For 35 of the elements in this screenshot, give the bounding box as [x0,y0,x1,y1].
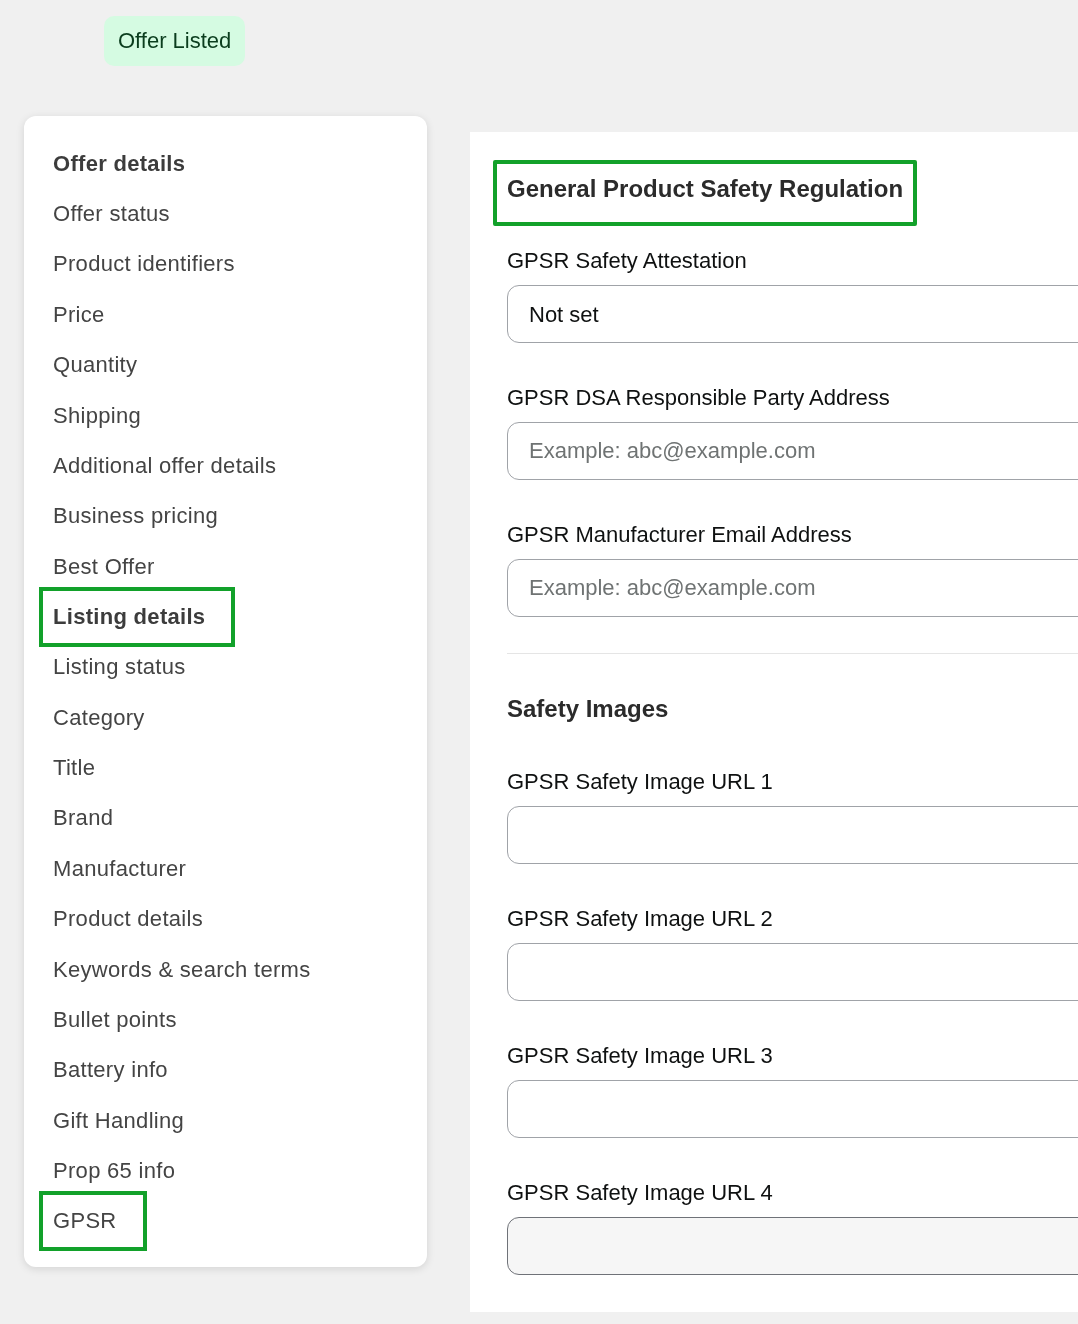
input-field[interactable] [507,943,1078,1001]
sidebar-link[interactable]: Keywords & search terms [53,943,311,995]
input-field[interactable] [507,1080,1078,1138]
sidebar-link[interactable]: Offer status [53,188,170,239]
sidebar-link[interactable]: Bullet points [53,994,177,1045]
sidebar-link[interactable]: Category [53,691,145,743]
field-label: GPSR Safety Image URL 3 [507,1043,774,1069]
field-label: GPSR Safety Image URL 2 [507,906,774,932]
sidebar-link[interactable]: Price [53,289,105,340]
input-field[interactable]: Example: abc@example.com [507,559,1078,617]
sidebar-link[interactable]: Product identifiers [53,238,235,290]
input-field[interactable]: Example: abc@example.com [507,422,1078,480]
sidebar-link[interactable]: Battery info [53,1044,168,1096]
section-title: Safety Images [507,695,669,722]
input-field[interactable] [507,806,1078,864]
sidebar-link[interactable]: Brand [53,792,114,844]
sidebar-link[interactable]: Gift Handling [53,1095,185,1146]
sidebar-link[interactable]: Title [53,742,96,793]
sidebar-link[interactable]: GPSR [39,1190,147,1251]
sidebar-link[interactable]: Business pricing [53,490,218,542]
field-label: GPSR DSA Responsible Party Address [507,385,891,411]
field-label: GPSR Manufacturer Email Address [507,522,853,548]
sidebar-link[interactable]: Quantity [53,339,138,390]
select-field[interactable]: Not set [507,285,1078,343]
sidebar-link[interactable]: Additional offer details [53,440,277,491]
field-label: GPSR Safety Image URL 4 [507,1180,774,1206]
sidebar-link[interactable]: Product details [53,893,204,944]
sidebar-heading[interactable]: Offer details [53,138,186,189]
panel-title: General Product Safety Regulation [493,160,918,226]
sidebar-heading[interactable]: Listing details [39,586,236,647]
sidebar-link[interactable]: Shipping [53,389,142,441]
field-label: GPSR Safety Image URL 1 [507,769,774,795]
field-label: GPSR Safety Attestation [507,248,748,274]
status-badge: Offer Listed [104,16,246,66]
sidebar-link[interactable]: Manufacturer [53,843,187,894]
